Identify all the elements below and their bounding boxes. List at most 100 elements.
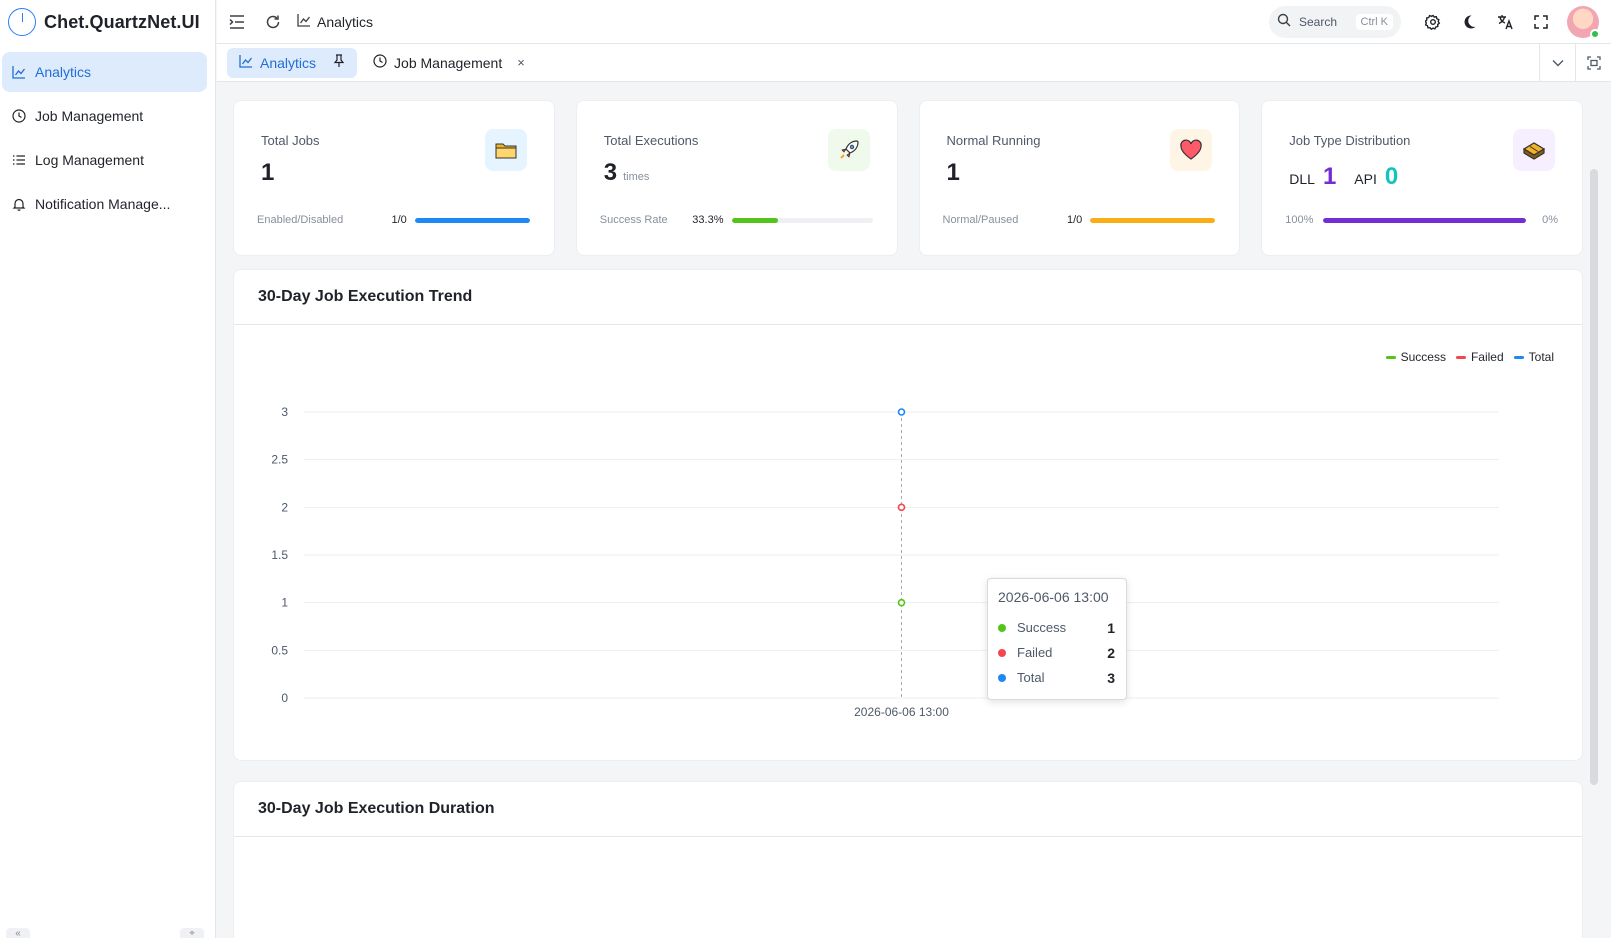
dll-value: 1 [1322, 163, 1337, 190]
rocket-icon [827, 129, 870, 171]
tooltip-row: Success 1 [998, 615, 1116, 640]
online-status-dot [1590, 28, 1600, 39]
progress-fill [414, 217, 530, 223]
card-title: Job Type Distribution [1289, 133, 1411, 148]
progress-fill [1090, 217, 1216, 223]
y-tick-label: 3 [281, 405, 288, 419]
search-shortcut: Ctrl K [1355, 13, 1393, 30]
card-total-jobs: Total Jobs 1 Enabled/Disabled 1/0 [233, 100, 555, 256]
y-tick-label: 2.5 [271, 453, 288, 467]
list-icon [12, 153, 26, 167]
tooltip-dot [998, 648, 1006, 657]
card-foot-ratio: 1/0 [1066, 214, 1083, 226]
sidebar-item-label: Job Management [35, 108, 144, 124]
tooltip-dot [998, 623, 1006, 632]
card-footer: Success Rate 33.3% [600, 214, 873, 226]
y-tick-label: 1.5 [271, 548, 288, 562]
card-foot-label: Normal/Paused [942, 214, 1019, 226]
trend-line-chart[interactable]: 0 0.5 1 1.5 2 2.5 3 2026-06-06 13:00 [234, 325, 1584, 762]
sidebar-item-analytics[interactable]: Analytics [2, 52, 207, 92]
tooltip-label: Failed [1017, 645, 1053, 660]
chart-tooltip: 2026-06-06 13:00 Success 1 Failed 2 Total 3 [987, 578, 1127, 700]
y-tick-label: 2 [281, 500, 288, 514]
content-scrollbar[interactable] [1590, 169, 1598, 785]
pin-sidebar-icon[interactable]: ⌖ [180, 928, 204, 938]
tooltip-value: 1 [1107, 619, 1115, 636]
tabs-bar: Analytics Job Management × [217, 44, 1611, 82]
dark-mode-moon-icon[interactable] [1451, 4, 1487, 40]
sidebar-menu: Analytics Job Management Log Management … [0, 44, 215, 224]
trend-panel: 30-Day Job Execution Trend Success Faile… [233, 269, 1583, 761]
data-point-total [897, 408, 906, 416]
brand[interactable]: Chet.QuartzNet.UI [0, 0, 215, 44]
sidebar-footer: « ⌖ [0, 924, 215, 938]
right-pct: 0% [1542, 214, 1558, 226]
sidebar-item-job-management[interactable]: Job Management [2, 96, 207, 136]
tab-label: Analytics [260, 54, 317, 71]
tab-analytics[interactable]: Analytics [227, 47, 358, 78]
job-type-values: DLL 1 API 0 [1289, 163, 1408, 191]
tooltip-dot [998, 673, 1006, 682]
data-point-success [897, 598, 906, 607]
card-total-executions: Total Executions 3 times Success Rate 33.… [575, 100, 898, 256]
progress-bar [1323, 217, 1527, 223]
y-tick-label: 0.5 [271, 643, 288, 657]
box-icon [1513, 129, 1555, 171]
chart-icon [239, 54, 253, 71]
translate-icon[interactable] [1487, 4, 1523, 40]
card-value-wrap: 3 times [604, 159, 650, 187]
y-tick-label: 1 [281, 596, 288, 610]
tooltip-label: Success [1017, 620, 1067, 635]
progress-fill [1323, 217, 1527, 223]
card-normal-running: Normal Running 1 Normal/Paused 1/0 [918, 100, 1241, 256]
progress-bar [414, 217, 530, 223]
tooltip-label: Total [1017, 670, 1045, 685]
tooltip-row: Failed 2 [998, 640, 1116, 665]
maximize-content-icon[interactable] [1575, 44, 1611, 81]
data-point-failed [897, 503, 906, 512]
clock-icon [12, 109, 26, 123]
sidebar: Chet.QuartzNet.UI Analytics Job Manageme… [0, 0, 216, 938]
collapse-sidebar-icon[interactable]: « [6, 928, 30, 938]
clock-icon [373, 54, 387, 71]
card-job-type-distribution: Job Type Distribution DLL 1 API 0 100% 0… [1261, 100, 1583, 256]
search-input[interactable]: Search Ctrl K [1269, 5, 1401, 38]
tab-job-management[interactable]: Job Management × [361, 48, 537, 78]
chart-icon [12, 65, 26, 79]
avatar[interactable] [1567, 5, 1600, 39]
breadcrumb: Analytics [297, 13, 373, 30]
sidebar-item-log-management[interactable]: Log Management [2, 140, 207, 180]
clock-logo-icon [8, 8, 36, 36]
card-value: 1 [946, 159, 960, 186]
api-value: 0 [1384, 163, 1399, 190]
card-footer: Normal/Paused 1/0 [943, 214, 1216, 226]
x-tick-label: 2026-06-06 13:00 [854, 705, 949, 719]
progress-fill [731, 217, 779, 223]
menu-toggle-icon[interactable] [219, 4, 255, 40]
api-label: API [1354, 171, 1377, 187]
close-icon[interactable]: × [517, 55, 525, 70]
fullscreen-icon[interactable] [1523, 4, 1559, 40]
duration-panel: 30-Day Job Execution Duration [233, 781, 1583, 938]
bell-icon [12, 197, 26, 211]
search-placeholder: Search [1299, 14, 1338, 29]
app-name: Chet.QuartzNet.UI [44, 11, 200, 32]
search-icon [1277, 13, 1291, 30]
y-tick-label: 0 [281, 691, 288, 705]
card-title: Normal Running [946, 133, 1041, 148]
sidebar-item-notification-management[interactable]: Notification Manage... [2, 184, 207, 224]
folder-icon [484, 129, 527, 171]
tooltip-value: 3 [1107, 669, 1115, 686]
settings-gear-icon[interactable] [1415, 4, 1451, 40]
card-foot-ratio: 1/0 [391, 214, 407, 226]
refresh-icon[interactable] [255, 4, 291, 40]
card-title: Total Jobs [261, 133, 320, 148]
sidebar-item-label: Analytics [35, 64, 92, 80]
chevron-down-icon[interactable] [1539, 44, 1575, 81]
heart-icon [1170, 129, 1213, 171]
pin-icon[interactable] [333, 54, 345, 71]
chart-icon [297, 13, 311, 30]
panel-title: 30-Day Job Execution Duration [234, 782, 1582, 837]
card-foot-ratio: 33.3% [692, 214, 724, 226]
card-footer: 100% 0% [1285, 214, 1558, 226]
